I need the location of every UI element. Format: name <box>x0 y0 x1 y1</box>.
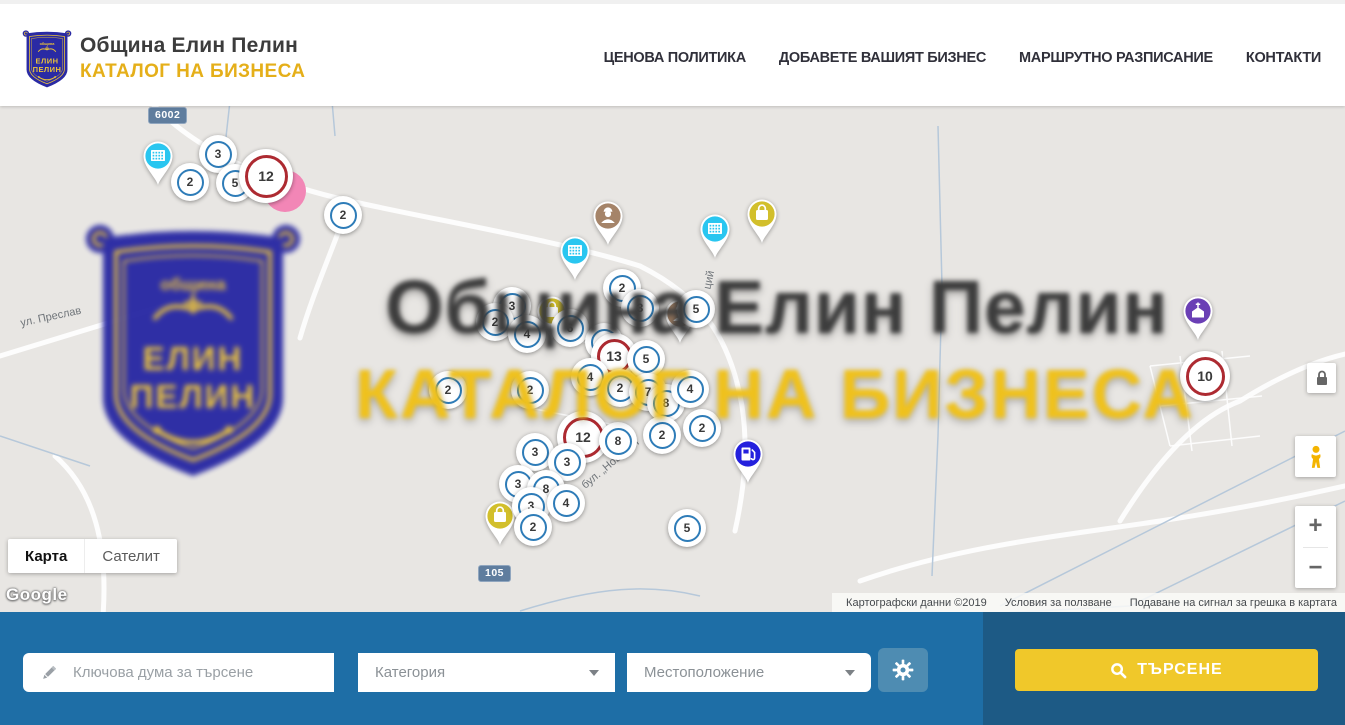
cluster-marker-12[interactable]: 12 <box>239 149 293 203</box>
search-icon <box>1110 662 1127 679</box>
brand: Община Елин Пелин КАТАЛОГ НА БИЗНЕСА <box>80 34 305 83</box>
fuel-pin[interactable] <box>729 436 767 486</box>
category-select[interactable]: Категория <box>358 653 615 692</box>
cluster-marker-8[interactable]: 8 <box>599 422 637 460</box>
header: община ЕЛИН ПЕЛИН Община Елин Пелин КАТА… <box>0 0 1345 106</box>
keyword-field <box>23 653 334 692</box>
location-select-label: Местоположение <box>644 664 845 681</box>
pegman-button[interactable] <box>1295 436 1336 477</box>
cluster-marker-4[interactable]: 4 <box>508 315 546 353</box>
search-button[interactable]: ТЪРСЕНЕ <box>1015 649 1318 691</box>
cluster-marker-4[interactable]: 4 <box>547 484 585 522</box>
page: община ЕЛИН ПЕЛИН Община Елин Пелин КАТА… <box>0 0 1345 725</box>
search-bar: Категория Местоположение <box>0 612 1345 725</box>
svg-text:община: община <box>40 42 56 46</box>
cluster-marker-2[interactable]: 2 <box>683 409 721 447</box>
site-title: Община Елин Пелин <box>80 34 305 58</box>
search-button-label: ТЪРСЕНЕ <box>1137 661 1222 679</box>
attribution-text: Картографски данни ©2019 <box>846 597 987 609</box>
map-type-satellite-button[interactable]: Сателит <box>84 539 177 573</box>
cluster-marker-10[interactable]: 10 <box>1180 351 1230 401</box>
gear-icon <box>892 659 914 681</box>
lock-icon <box>1312 368 1332 388</box>
municipality-logo: община ЕЛИН ПЕЛИН <box>22 28 72 90</box>
chevron-down-icon <box>845 670 855 676</box>
cluster-marker-3[interactable]: 3 <box>621 289 659 327</box>
lock-button[interactable] <box>1307 363 1336 393</box>
svg-text:ПЕЛИН: ПЕЛИН <box>33 65 62 74</box>
worker-pin[interactable] <box>589 198 627 248</box>
keyword-input[interactable] <box>71 663 334 682</box>
nav-item-3[interactable]: КОНТАКТИ <box>1246 50 1321 66</box>
google-logo[interactable]: Google <box>6 585 68 605</box>
site-subtitle: КАТАЛОГ НА БИЗНЕСА <box>80 61 305 83</box>
map-type-control: Карта Сателит <box>8 539 177 573</box>
nav-item-2[interactable]: МАРШРУТНО РАЗПИСАНИЕ <box>1019 50 1213 66</box>
cluster-marker-2[interactable]: 2 <box>514 508 552 546</box>
bag-pin[interactable] <box>743 196 781 246</box>
cluster-marker-2[interactable]: 2 <box>643 416 681 454</box>
attribution-link-1[interactable]: Условия за ползване <box>1005 597 1112 609</box>
cluster-marker-2[interactable]: 2 <box>511 371 549 409</box>
cluster-marker-4[interactable]: 4 <box>671 370 709 408</box>
zoom-in-button[interactable]: + <box>1295 506 1336 547</box>
location-select[interactable]: Местоположение <box>627 653 871 692</box>
cluster-marker-2[interactable]: 2 <box>171 163 209 201</box>
cluster-marker-5[interactable]: 5 <box>668 509 706 547</box>
advanced-settings-button[interactable] <box>878 648 928 692</box>
nav-item-0[interactable]: ЦЕНОВА ПОЛИТИКА <box>604 50 746 66</box>
nav-item-1[interactable]: ДОБАВЕТЕ ВАШИЯТ БИЗНЕС <box>779 50 986 66</box>
factory-icon <box>708 223 722 234</box>
cluster-marker-5[interactable]: 5 <box>677 290 715 328</box>
cluster-marker-6[interactable]: 6 <box>551 309 589 347</box>
marker-layer: 325122324236751352242784221283338342510 <box>0 106 1345 612</box>
pegman-icon <box>1305 445 1327 469</box>
factory-icon <box>151 150 165 161</box>
factory-pin[interactable] <box>696 211 734 261</box>
chevron-down-icon <box>589 670 599 676</box>
zoom-control: + − <box>1295 506 1336 588</box>
svg-text:ЕЛИН: ЕЛИН <box>36 56 59 65</box>
category-select-label: Категория <box>375 664 589 681</box>
zoom-out-button[interactable]: − <box>1295 548 1336 589</box>
map-attribution: Картографски данни ©2019 Условия за ползв… <box>832 593 1345 612</box>
factory-icon <box>568 245 582 256</box>
map-canvas[interactable]: ул. Преславбул. „Новоселций 6002105 <box>0 106 1345 612</box>
main-nav: ЦЕНОВА ПОЛИТИКА ДОБАВЕТЕ ВАШИЯТ БИЗНЕС МАР… <box>604 8 1321 108</box>
pencil-icon <box>39 663 59 683</box>
cluster-marker-2[interactable]: 2 <box>429 371 467 409</box>
cluster-marker-2[interactable]: 2 <box>324 196 362 234</box>
attribution-link-2[interactable]: Подаване на сигнал за грешка в картата <box>1130 597 1337 609</box>
map-type-map-button[interactable]: Карта <box>8 539 84 573</box>
church-pin[interactable] <box>1179 293 1217 343</box>
